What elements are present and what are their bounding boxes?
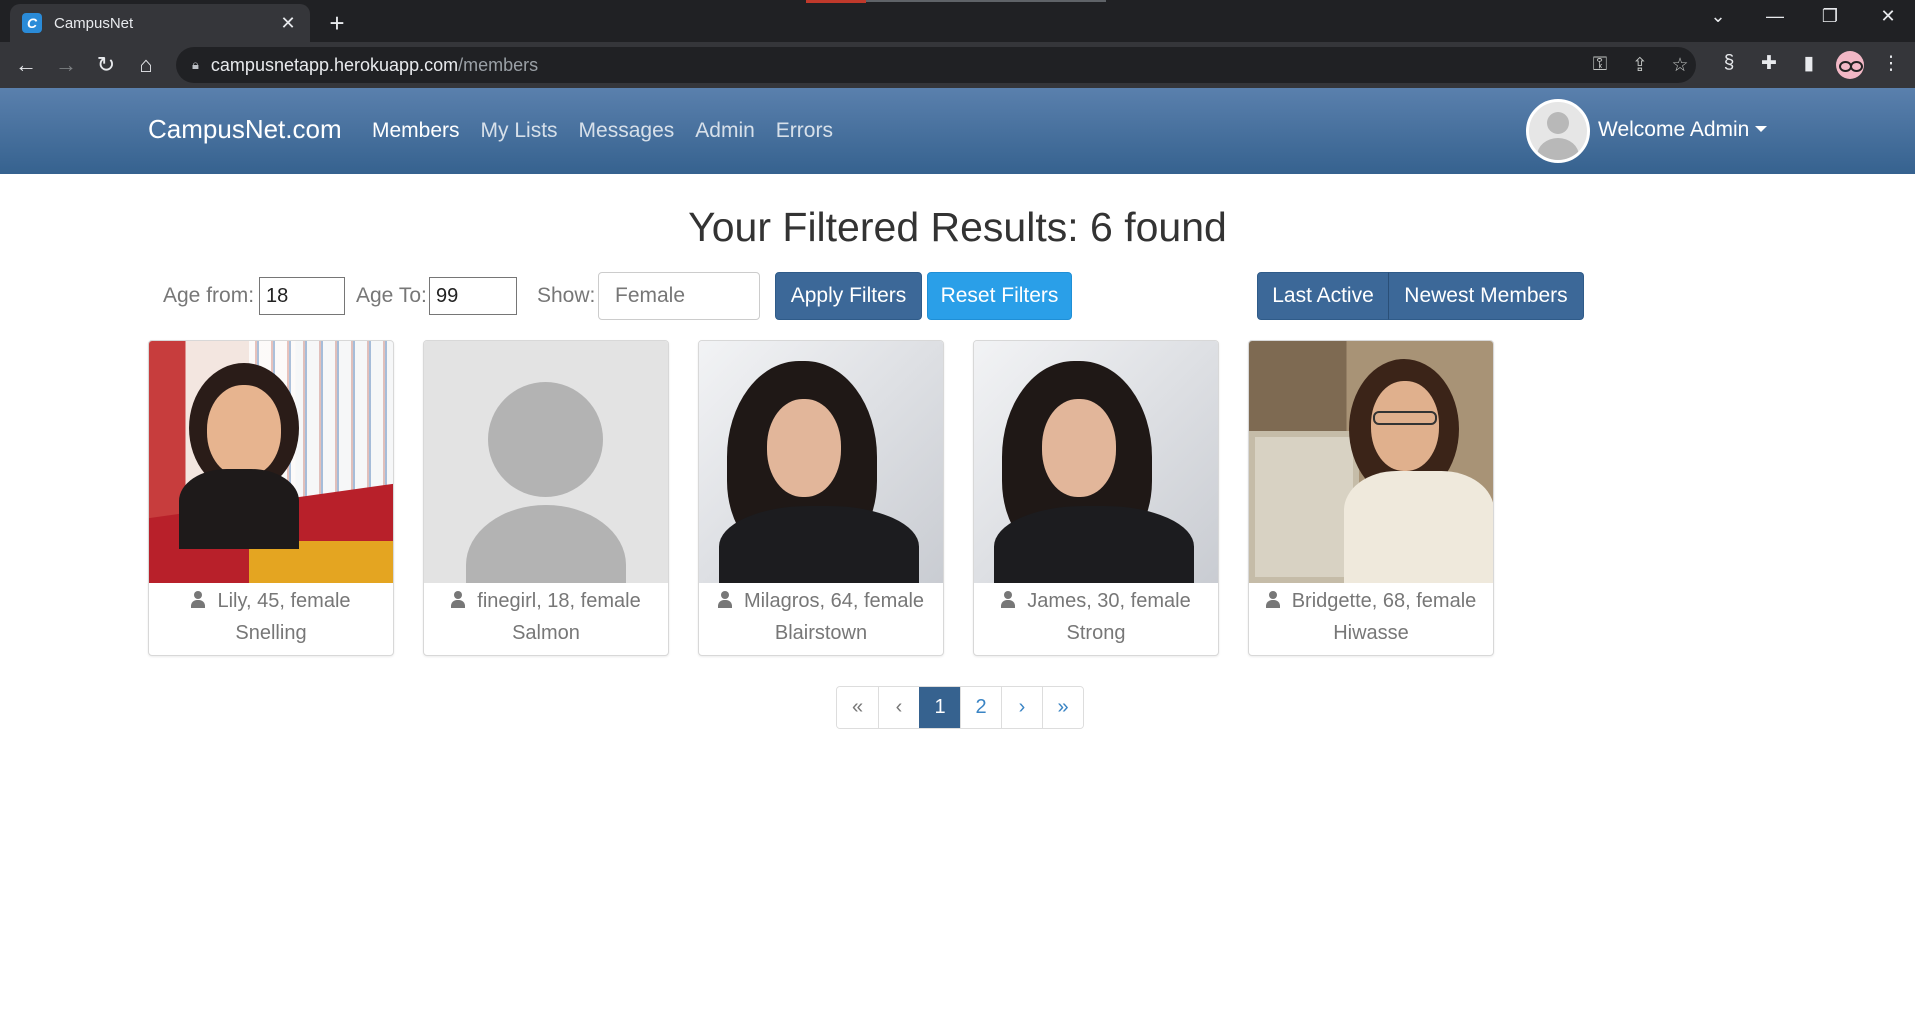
member-city: Snelling (235, 622, 307, 644)
campusnet-favicon-icon: C (22, 13, 42, 33)
member-city: Strong (1066, 622, 1126, 644)
browser-tab[interactable]: C CampusNet ✕ (10, 4, 310, 42)
address-bar[interactable]: 🔒︎ campusnetapp.herokuapp.com/members ⚿ … (176, 47, 1696, 83)
browser-tab-strip: C CampusNet ✕ + ⌄ — ❐ ✕ (0, 0, 1915, 42)
minimize-icon[interactable]: — (1755, 6, 1795, 27)
sort-newest-members-button[interactable]: Newest Members (1388, 272, 1584, 320)
forward-icon[interactable]: → (52, 52, 80, 78)
nav-link-admin[interactable]: Admin (695, 119, 755, 143)
user-icon (717, 591, 732, 608)
age-to-label: Age To: (356, 284, 427, 307)
share-icon[interactable]: ⇪ (1628, 54, 1652, 77)
member-name: finegirl, 18, female (477, 590, 641, 612)
member-info: Lily, 45, female (149, 590, 393, 613)
page-title: Your Filtered Results: 6 found (688, 204, 1227, 250)
member-city: Blairstown (774, 622, 868, 644)
age-from-input[interactable] (259, 277, 345, 315)
pagination-last[interactable]: » (1042, 687, 1083, 728)
brand-link[interactable]: CampusNet.com (148, 114, 342, 145)
gender-select[interactable]: Female (598, 272, 760, 320)
member-card[interactable]: Lily, 45, female Snelling (148, 340, 394, 656)
extension-icon[interactable]: § (1716, 52, 1742, 74)
member-info: Bridgette, 68, female (1249, 590, 1493, 613)
tab-title: CampusNet (54, 14, 134, 32)
nav-links: Members My Lists Messages Admin Errors (372, 119, 833, 143)
tab-indicator (806, 0, 866, 3)
member-card[interactable]: James, 30, female Strong (973, 340, 1219, 656)
url-path: /members (458, 54, 539, 75)
pagination-page-1[interactable]: 1 (919, 687, 960, 728)
browser-toolbar: ← → ↻ ⌂ 🔒︎ campusnetapp.herokuapp.com/me… (0, 42, 1915, 88)
app-navbar: CampusNet.com Members My Lists Messages … (0, 88, 1915, 174)
user-icon (1001, 591, 1016, 608)
member-card[interactable]: finegirl, 18, female Salmon (423, 340, 669, 656)
user-dropdown-toggle[interactable]: Welcome Admin (1598, 118, 1768, 142)
pagination-prev[interactable]: ‹ (878, 687, 919, 728)
pagination-first[interactable]: « (837, 687, 878, 728)
user-icon (1265, 591, 1280, 608)
member-name: James, 30, female (1027, 590, 1191, 612)
age-to-input[interactable] (429, 277, 517, 315)
caret-down-icon (1755, 126, 1768, 132)
member-photo[interactable] (1249, 341, 1493, 583)
member-photo[interactable] (699, 341, 943, 583)
user-icon (451, 591, 466, 608)
bookmark-star-icon[interactable]: ☆ (1668, 54, 1692, 77)
lock-icon: 🔒︎ (192, 57, 199, 72)
pagination-page-2[interactable]: 2 (960, 687, 1001, 728)
member-name: Bridgette, 68, female (1291, 590, 1477, 612)
nav-link-errors[interactable]: Errors (776, 119, 833, 143)
profile-avatar-icon[interactable] (1836, 51, 1864, 79)
member-city: Hiwasse (1333, 622, 1409, 644)
member-photo[interactable] (974, 341, 1218, 583)
welcome-text: Welcome Admin (1598, 118, 1750, 141)
nav-link-messages[interactable]: Messages (579, 119, 675, 143)
url-host: campusnetapp.herokuapp.com (210, 54, 459, 75)
member-card[interactable]: Bridgette, 68, female Hiwasse (1248, 340, 1494, 656)
window-close-icon[interactable]: ✕ (1868, 6, 1908, 27)
member-info: finegirl, 18, female (424, 590, 668, 613)
puzzle-extensions-icon[interactable]: ✚ (1756, 52, 1782, 75)
member-name: Lily, 45, female (217, 590, 351, 612)
home-icon[interactable]: ⌂ (132, 52, 160, 78)
member-card[interactable]: Milagros, 64, female Blairstown (698, 340, 944, 656)
member-photo-placeholder[interactable] (424, 341, 668, 583)
sort-last-active-button[interactable]: Last Active (1257, 272, 1389, 320)
pagination: « ‹ 1 2 › » (836, 686, 1084, 729)
reset-filters-button[interactable]: Reset Filters (927, 272, 1072, 320)
tab-search-icon[interactable]: ⌄ (1698, 6, 1738, 27)
tab-close-icon[interactable]: ✕ (278, 13, 298, 34)
side-panel-icon[interactable]: ▮ (1796, 52, 1822, 75)
browser-menu-icon[interactable]: ⋮ (1878, 52, 1904, 75)
user-icon (191, 591, 206, 608)
member-info: James, 30, female (974, 590, 1218, 613)
pagination-next[interactable]: › (1001, 687, 1042, 728)
password-key-icon[interactable]: ⚿ (1588, 54, 1612, 76)
show-label: Show: (537, 284, 596, 307)
member-name: Milagros, 64, female (743, 590, 925, 612)
nav-link-my-lists[interactable]: My Lists (481, 119, 558, 143)
age-from-label: Age from: (163, 284, 255, 307)
user-avatar[interactable] (1526, 99, 1590, 163)
member-info: Milagros, 64, female (699, 590, 943, 613)
back-icon[interactable]: ← (12, 52, 40, 78)
restore-icon[interactable]: ❐ (1810, 6, 1850, 27)
apply-filters-button[interactable]: Apply Filters (775, 272, 922, 320)
member-city: Salmon (512, 622, 580, 644)
tab-divider (866, 0, 1106, 2)
new-tab-button[interactable]: + (322, 8, 352, 39)
reload-icon[interactable]: ↻ (92, 52, 120, 78)
nav-link-members[interactable]: Members (372, 119, 460, 143)
member-photo[interactable] (149, 341, 393, 583)
